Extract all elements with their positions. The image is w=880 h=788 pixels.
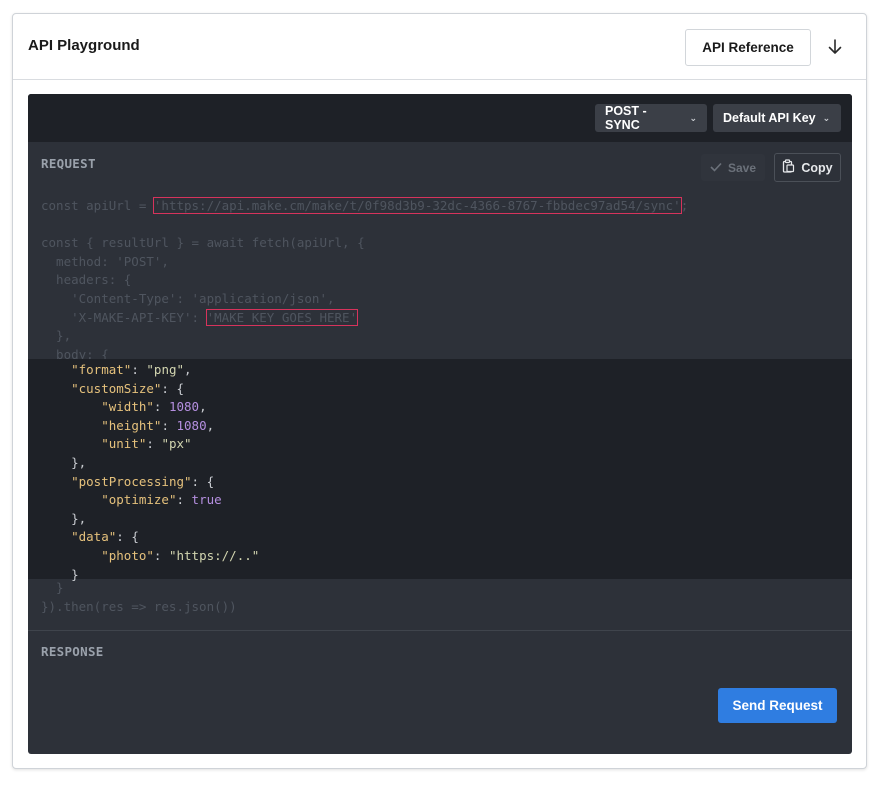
api-url-highlight: 'https://api.make.cm/make/t/0f98d3b9-32d… — [152, 197, 682, 214]
code-line-method: method: 'POST', — [41, 253, 169, 269]
api-playground-card: API Playground API Reference POST - SYNC… — [12, 13, 867, 769]
code-line-then: }).then(res => res.json()) — [41, 598, 237, 614]
copy-label: Copy — [801, 160, 833, 175]
code-line-content-type: 'Content-Type': 'application/json', — [41, 290, 335, 306]
save-button[interactable]: Save — [701, 154, 765, 181]
panel-toolbar: POST - SYNC ⌄ Default API Key ⌄ — [28, 94, 852, 142]
page-title: API Playground — [28, 37, 140, 54]
request-mode-select[interactable]: POST - SYNC ⌄ — [595, 104, 707, 132]
request-code-header: const apiUrl = 'https://api.make.cm/make… — [28, 197, 852, 364]
code-line-body-close: } — [41, 580, 64, 595]
code-line-headers-open: headers: { — [41, 272, 132, 288]
api-key-label: Default API Key — [723, 111, 816, 125]
arrow-down-icon[interactable] — [823, 34, 847, 60]
request-code-footer: } }).then(res => res.json()) — [28, 579, 852, 616]
code-line-fetch: const { resultUrl } = await fetch(apiUrl… — [41, 235, 365, 251]
request-label: REQUEST — [41, 156, 96, 171]
save-label: Save — [727, 160, 757, 175]
api-key-select[interactable]: Default API Key ⌄ — [713, 104, 841, 132]
send-request-button[interactable]: Send Request — [718, 688, 837, 723]
chevron-down-icon: ⌄ — [822, 112, 831, 123]
code-panel: POST - SYNC ⌄ Default API Key ⌄ REQUEST … — [28, 94, 852, 754]
code-line-api-url: const apiUrl = 'https://api.make.cm/make… — [41, 197, 689, 214]
clipboard-icon — [782, 159, 795, 176]
copy-button[interactable]: Copy — [774, 153, 841, 182]
request-mode-label: POST - SYNC — [605, 104, 647, 132]
chevron-down-icon: ⌄ — [689, 112, 697, 123]
api-reference-button[interactable]: API Reference — [685, 29, 811, 66]
api-key-highlight: 'MAKE KEY GOES HERE' — [205, 308, 359, 326]
section-divider — [28, 630, 852, 631]
code-line-headers-close: }, — [41, 328, 72, 344]
card-header: API Playground API Reference — [13, 14, 866, 80]
response-label: RESPONSE — [41, 644, 104, 659]
code-line-api-key: 'X-MAKE-API-KEY': 'MAKE KEY GOES HERE' — [41, 308, 359, 326]
body-json-editor[interactable]: "format": "png", "customSize": { "width"… — [28, 359, 852, 582]
check-icon — [710, 161, 722, 175]
